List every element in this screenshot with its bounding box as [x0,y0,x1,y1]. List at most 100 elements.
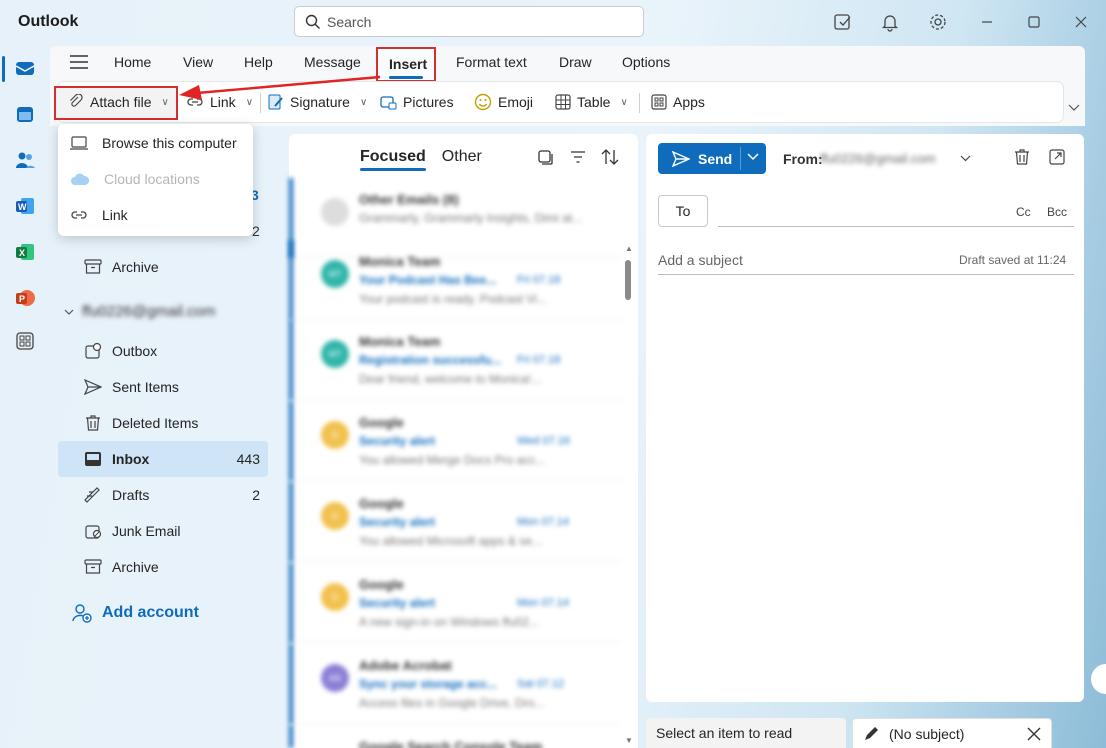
attach-file-label: Attach file [90,94,152,110]
folder-label: Inbox [112,451,150,467]
minimize-icon[interactable] [977,12,997,32]
message-item[interactable]: G Google Security alert Wed 07.16 You al… [289,401,621,481]
tab-message[interactable]: Message [304,53,361,71]
account-name: ffu0226@gmail.com [82,303,216,320]
message-sender: Google [359,577,404,592]
send-label: Send [698,150,733,167]
hamburger-menu-icon[interactable] [69,54,89,70]
gear-icon[interactable] [928,12,948,32]
message-subject: Security alert [359,434,436,448]
tab-focused[interactable]: Focused [360,148,426,171]
message-item[interactable]: MT Monica Team Your Podcast Has Bee... F… [289,240,621,320]
tab-home[interactable]: Home [114,53,151,71]
ribbon-expand-icon[interactable] [1068,104,1080,112]
scroll-up-icon[interactable]: ▲ [625,244,633,253]
message-item[interactable]: AA Adobe Acrobat Sync your storage acc..… [289,644,621,724]
add-account-button[interactable]: Add account [72,603,199,623]
message-item[interactable]: Google Search Console Team [289,725,621,748]
attach-file-button[interactable]: Attach file ∨ [68,91,169,113]
excel-icon[interactable]: X [12,239,38,265]
apps-icon [651,94,667,110]
search-placeholder: Search [327,14,372,30]
maximize-icon[interactable] [1024,12,1044,32]
folder-sent-items[interactable]: Sent Items [58,369,268,405]
send-button[interactable]: Send [658,143,766,174]
subject-field[interactable]: Add a subject [658,252,743,268]
folder-junk-email[interactable]: Junk Email [58,513,268,549]
tab-draw[interactable]: Draw [559,53,592,71]
message-date: Sat 07.12 [517,678,565,690]
app-title: Outlook [18,13,79,30]
more-apps-icon[interactable] [12,328,38,354]
calendar-icon[interactable] [12,101,38,127]
tab-other[interactable]: Other [442,148,482,166]
folder-drafts[interactable]: Drafts 2 [58,477,268,513]
message-list-scrollbar[interactable] [625,260,631,300]
menu-item-browse-computer[interactable]: Browse this computer [58,125,253,161]
folder-inbox[interactable]: Inbox 443 [58,441,268,477]
folder-label: Drafts [112,487,150,503]
sort-icon[interactable] [601,148,619,166]
tab-format-text[interactable]: Format text [456,53,527,71]
partial-count: 2 [252,223,260,239]
cc-button[interactable]: Cc [1016,205,1031,219]
bell-icon[interactable] [880,12,900,32]
message-subject: Security alert [359,515,436,529]
people-icon[interactable] [12,147,38,173]
draft-count: 2 [252,487,260,503]
laptop-icon [70,136,88,150]
message-sender: Google [359,496,404,511]
avatar [321,198,349,226]
message-item[interactable]: G Google Security alert Mon 07.14 You al… [289,482,621,562]
tab-draft[interactable]: (No subject) [852,718,1052,748]
message-date: Fri 07.18 [517,274,561,286]
from-address[interactable]: ffu0226@gmail.com [820,151,936,166]
svg-text:W: W [18,202,27,212]
message-subject: Security alert [359,596,436,610]
menu-item-cloud-locations: Cloud locations [58,161,253,197]
active-tab-indicator [389,76,423,79]
copilot-badge-icon[interactable] [1091,664,1106,694]
outbox-icon [84,342,102,360]
tab-help[interactable]: Help [244,53,273,71]
message-subject: Your Podcast Has Bee... [359,273,497,287]
to-field[interactable] [718,226,1074,227]
compose-note-icon[interactable] [833,12,853,32]
filter-icon[interactable] [570,150,586,164]
close-icon[interactable] [1071,12,1091,32]
select-mode-icon[interactable] [537,149,553,165]
inbox-icon [84,451,102,467]
chevron-down-icon[interactable] [747,153,759,161]
emoji-button[interactable]: Emoji [474,91,533,113]
message-date: Fri 07.18 [517,354,561,366]
message-item[interactable]: G Google Security alert Mon 07.14 A new … [289,563,621,643]
message-item[interactable]: MT Monica Team Registration successfu...… [289,320,621,400]
folder-outbox[interactable]: Outbox [58,333,268,369]
table-button[interactable]: Table ∨ [555,91,628,113]
avatar: MT [321,260,349,288]
folder-deleted-items[interactable]: Deleted Items [58,405,268,441]
pop-out-icon[interactable] [1049,149,1065,165]
folder-archive-top[interactable]: Archive [58,249,268,285]
tab-reading-pane[interactable]: Select an item to read [646,718,846,748]
apps-button[interactable]: Apps [651,91,705,113]
pictures-button[interactable]: Pictures [380,91,454,113]
bcc-button[interactable]: Bcc [1047,205,1067,219]
tab-options[interactable]: Options [622,53,670,71]
message-sender: Monica Team [359,334,441,349]
tab-view[interactable]: View [183,53,213,71]
word-icon[interactable]: W [12,193,38,219]
tab-insert-label: Insert [389,56,428,72]
folder-archive[interactable]: Archive [58,549,268,585]
powerpoint-icon[interactable]: P [12,285,38,311]
menu-item-link[interactable]: Link [58,197,253,233]
mail-icon[interactable] [12,55,38,81]
close-icon[interactable] [1027,727,1041,741]
scroll-down-icon[interactable]: ▼ [625,736,633,745]
discard-trash-icon[interactable] [1013,148,1031,166]
message-body[interactable] [658,280,1074,690]
to-button[interactable]: To [658,195,708,227]
account-header[interactable]: ffu0226@gmail.com [64,303,215,320]
search-box[interactable]: Search [294,6,644,37]
chevron-down-icon[interactable] [960,155,971,162]
